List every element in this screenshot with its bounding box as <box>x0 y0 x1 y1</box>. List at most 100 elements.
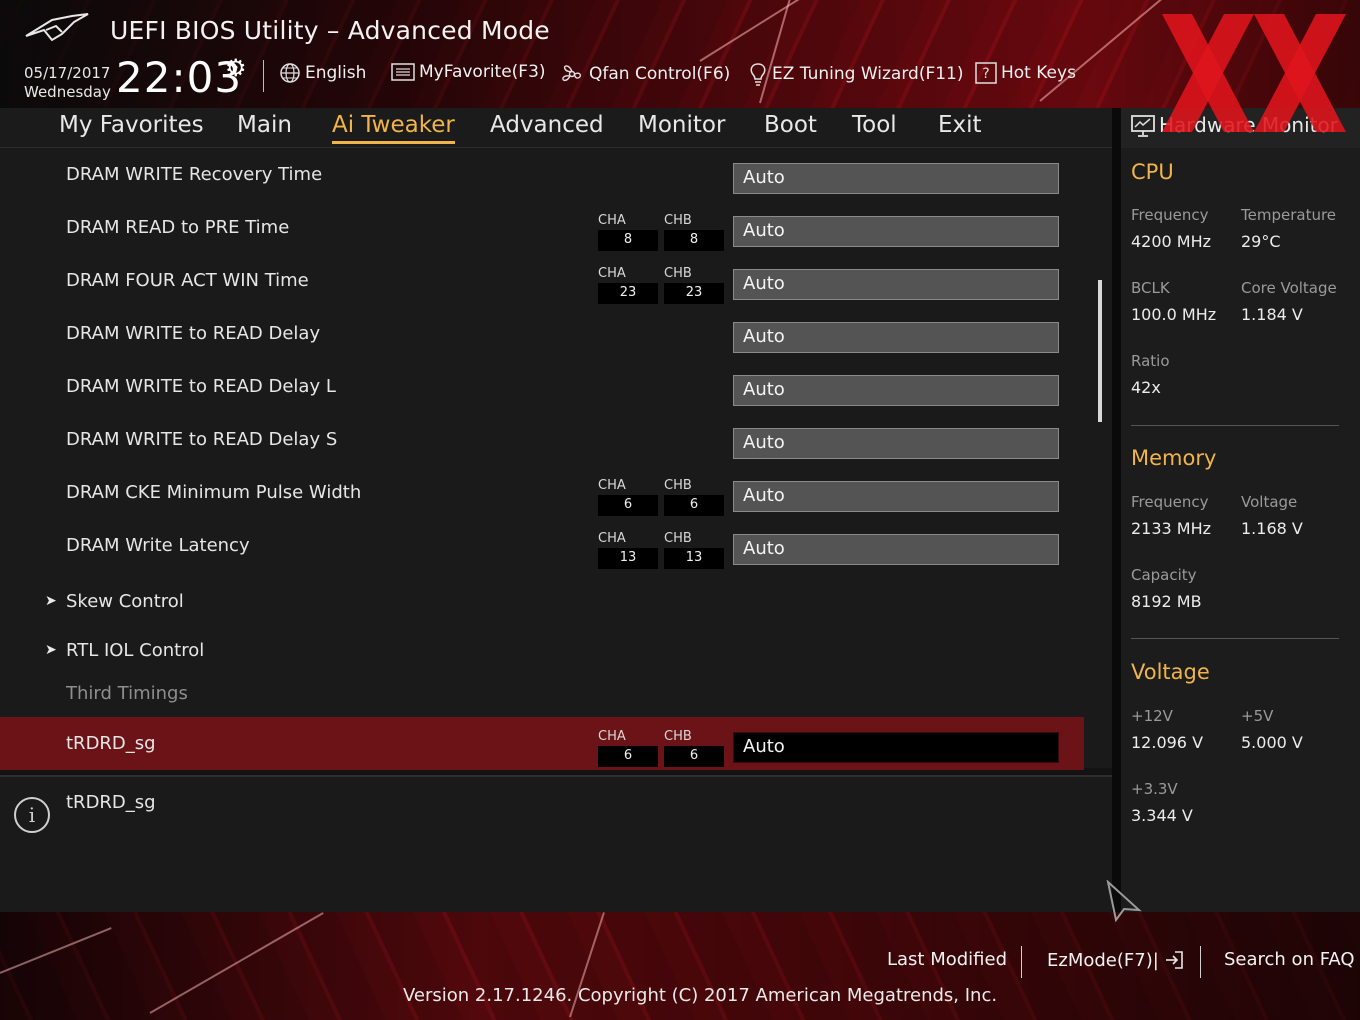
gear-icon[interactable]: ⚙ <box>225 54 247 82</box>
channel-b-label: CHB <box>664 478 692 493</box>
ratio-label: Ratio <box>1131 352 1170 370</box>
channel-a-value: 23 <box>598 283 658 304</box>
setting-label: DRAM WRITE to READ Delay <box>66 323 321 344</box>
tab-exit[interactable]: Exit <box>938 112 982 138</box>
cpu-frequency-label: Frequency <box>1131 206 1209 224</box>
setting-label: DRAM WRITE Recovery Time <box>66 164 323 185</box>
footer-streak <box>0 927 112 974</box>
cpu-frequency-value: 4200 MHz <box>1131 232 1212 251</box>
setting-value-select[interactable]: Auto <box>733 375 1059 406</box>
tab-advanced[interactable]: Advanced <box>490 112 604 138</box>
ezmode-button[interactable]: EzMode(F7)| <box>1047 949 1185 971</box>
search-faq-button[interactable]: Search on FAQ <box>1224 949 1355 970</box>
setting-value-select[interactable]: Auto <box>733 269 1059 300</box>
channel-a-value: 8 <box>598 230 658 251</box>
v12-label: +12V <box>1131 707 1173 725</box>
channel-a-label: CHA <box>598 531 626 546</box>
setting-value-select[interactable]: Auto <box>733 322 1059 353</box>
bclk-value: 100.0 MHz <box>1131 305 1217 324</box>
globe-icon <box>280 63 300 83</box>
tab-ai-tweaker[interactable]: Ai Tweaker <box>332 112 455 144</box>
header-streak <box>699 0 905 62</box>
version-text: Version 2.17.1246. Copyright (C) 2017 Am… <box>403 985 998 1006</box>
tab-boot[interactable]: Boot <box>764 112 817 138</box>
app-title: UEFI BIOS Utility – Advanced Mode <box>110 16 550 45</box>
channel-a-value: 13 <box>598 548 658 569</box>
v33-label: +3.3V <box>1131 780 1178 798</box>
tab-monitor[interactable]: Monitor <box>638 112 725 138</box>
setting-row[interactable]: DRAM WRITE to READ Delay Auto <box>0 307 1084 360</box>
scrollbar-thumb[interactable] <box>1098 280 1102 422</box>
section-divider <box>1131 638 1339 639</box>
footer-bar: Last Modified EzMode(F7)| Search on FAQ … <box>0 912 1360 1020</box>
header-streak <box>759 0 795 104</box>
help-text: tRDRD_sg <box>66 792 156 813</box>
hot-keys-button[interactable]: ? Hot Keys <box>975 62 1076 84</box>
setting-value-select[interactable]: Auto <box>733 428 1059 459</box>
core-voltage-label: Core Voltage <box>1241 279 1337 297</box>
myfavorite-button[interactable]: MyFavorite(F3) <box>391 62 546 82</box>
memory-frequency-label: Frequency <box>1131 493 1209 511</box>
core-voltage-value: 1.184 V <box>1241 305 1303 324</box>
setting-label: tRDRD_sg <box>66 733 156 754</box>
ez-tuning-wizard-button[interactable]: EZ Tuning Wizard(F11) <box>748 62 964 86</box>
bclk-label: BCLK <box>1131 279 1170 297</box>
submenu-skew-control[interactable]: ➤ Skew Control <box>0 580 1084 625</box>
header-bar: UEFI BIOS Utility – Advanced Mode 05/17/… <box>0 0 1360 108</box>
clock-time: 22:03 <box>116 53 243 102</box>
date-text: 05/17/2017 <box>24 64 111 82</box>
question-box-icon: ? <box>975 62 997 84</box>
channel-b-label: CHB <box>664 266 692 281</box>
v5-value: 5.000 V <box>1241 733 1303 752</box>
setting-row[interactable]: DRAM FOUR ACT WIN Time CHA 23 CHB 23 Aut… <box>0 254 1084 307</box>
cpu-temperature-label: Temperature <box>1241 206 1337 224</box>
last-modified-button[interactable]: Last Modified <box>887 949 1007 970</box>
setting-row[interactable]: DRAM WRITE Recovery Time Auto <box>0 148 1084 201</box>
submenu-rtl-iol-control[interactable]: ➤ RTL IOL Control <box>0 629 1084 674</box>
hardware-monitor-panel: Hardware Monitor CPU Frequency Temperatu… <box>1121 108 1360 912</box>
setting-value-select[interactable]: Auto <box>733 481 1059 512</box>
memory-voltage-label: Voltage <box>1241 493 1298 511</box>
channel-a-label: CHA <box>598 213 626 228</box>
setting-row[interactable]: DRAM WRITE to READ Delay L Auto <box>0 360 1084 413</box>
setting-label: DRAM FOUR ACT WIN Time <box>66 270 309 291</box>
setting-row[interactable]: DRAM READ to PRE Time CHA 8 CHB 8 Auto <box>0 201 1084 254</box>
memory-frequency-value: 2133 MHz <box>1131 519 1212 538</box>
setting-row[interactable]: DRAM WRITE to READ Delay S Auto <box>0 413 1084 466</box>
settings-list: DRAM WRITE Recovery Time Auto DRAM READ … <box>0 148 1112 770</box>
capacity-label: Capacity <box>1131 566 1197 584</box>
mouse-cursor-icon <box>1106 880 1142 922</box>
weekday-text: Wednesday <box>24 83 111 101</box>
chevron-right-icon: ➤ <box>45 642 57 658</box>
setting-label: DRAM WRITE to READ Delay S <box>66 429 338 450</box>
setting-value-select[interactable]: Auto <box>733 216 1059 247</box>
setting-row-selected[interactable]: tRDRD_sg CHA 6 CHB 6 Auto <box>0 717 1084 770</box>
v5-label: +5V <box>1241 707 1274 725</box>
setting-value-select[interactable]: Auto <box>733 163 1059 194</box>
setting-row[interactable]: DRAM Write Latency CHA 13 CHB 13 Auto <box>0 519 1084 572</box>
footer-streak <box>149 912 324 1014</box>
lightbulb-icon <box>750 63 766 86</box>
setting-row[interactable]: DRAM CKE Minimum Pulse Width CHA 6 CHB 6… <box>0 466 1084 519</box>
help-panel: i tRDRD_sg <box>0 775 1112 912</box>
tab-main[interactable]: Main <box>237 112 292 138</box>
channel-a-label: CHA <box>598 478 626 493</box>
channel-a-value: 6 <box>598 746 658 767</box>
capacity-value: 8192 MB <box>1131 592 1202 611</box>
language-button[interactable]: English <box>279 62 366 84</box>
tab-tool[interactable]: Tool <box>852 112 897 138</box>
section-heading: Third Timings <box>66 683 188 704</box>
channel-b-value: 6 <box>664 495 724 516</box>
footer-separator <box>1021 946 1022 978</box>
channel-b-value: 23 <box>664 283 724 304</box>
channel-a-label: CHA <box>598 729 626 744</box>
qfan-control-button[interactable]: Qfan Control(F6) <box>559 62 730 86</box>
setting-value-select[interactable]: Auto <box>733 732 1059 763</box>
setting-value-select[interactable]: Auto <box>733 534 1059 565</box>
tab-my-favorites[interactable]: My Favorites <box>59 112 204 138</box>
rog-logo-icon <box>25 13 89 42</box>
panel-divider <box>1112 108 1121 912</box>
channel-b-value: 6 <box>664 746 724 767</box>
exit-arrow-icon <box>1165 951 1183 969</box>
monitor-icon <box>1131 115 1155 137</box>
